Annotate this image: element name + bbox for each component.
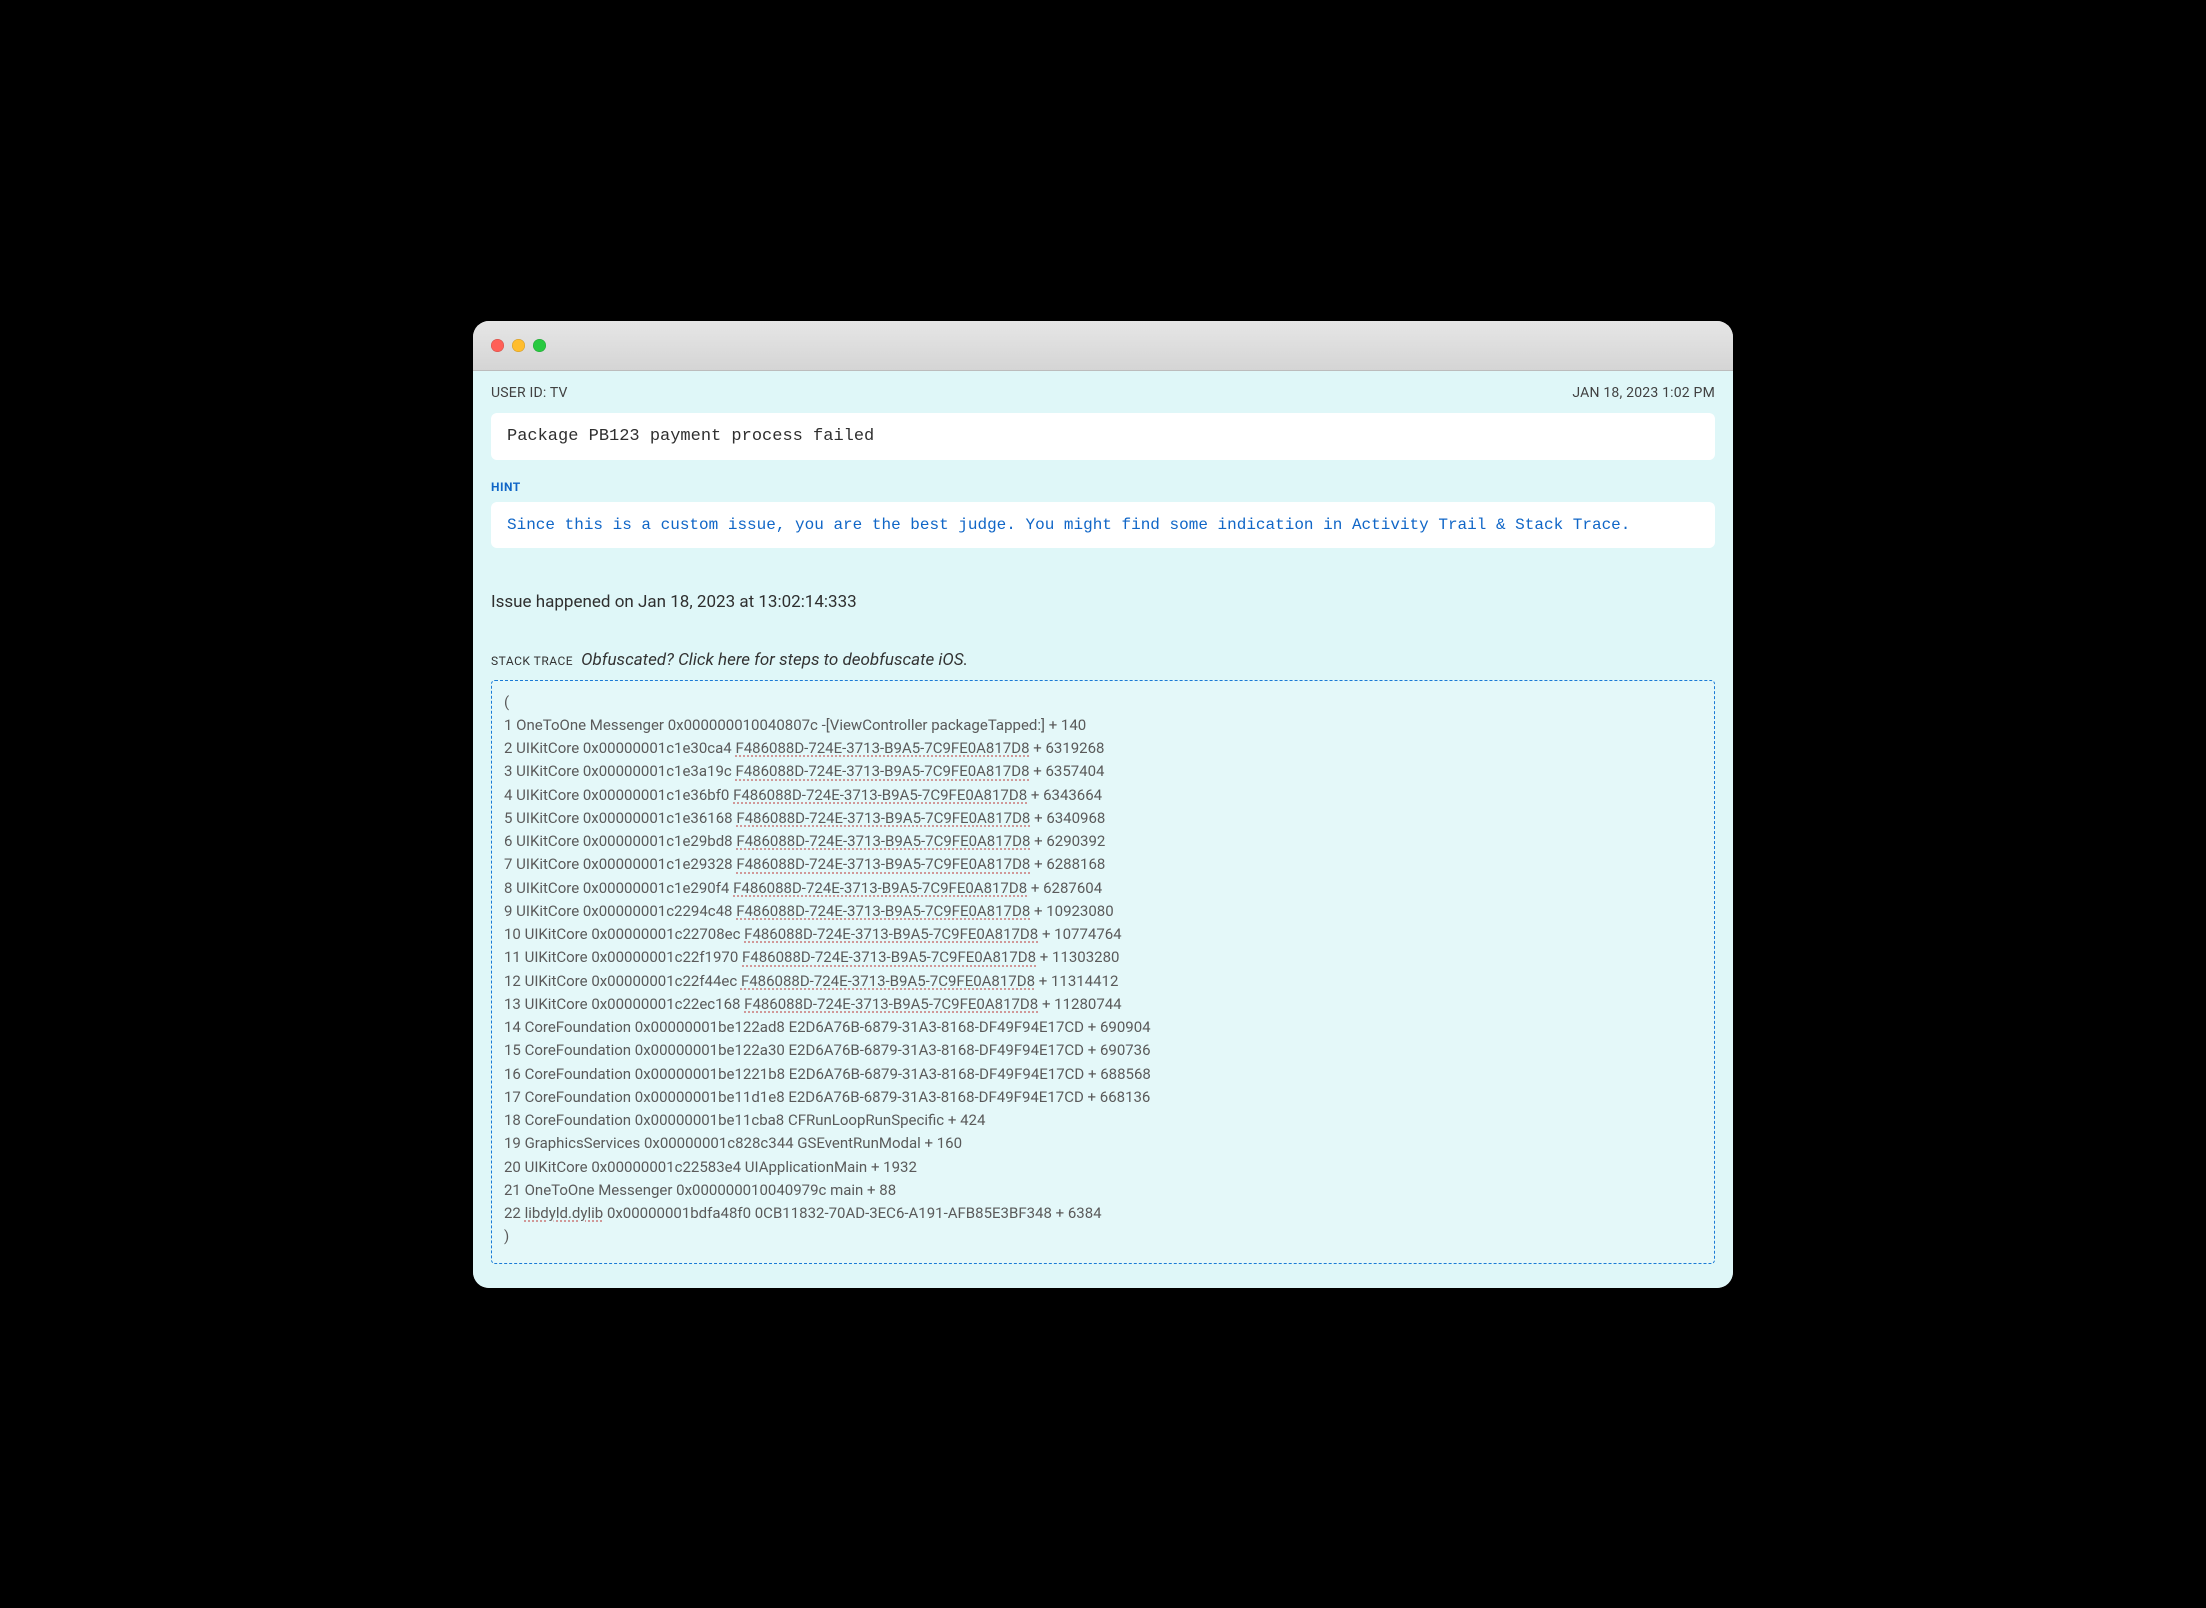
- stack-line: 17 CoreFoundation 0x00000001be11d1e8 E2D…: [504, 1086, 1702, 1109]
- hint-label: HINT: [491, 480, 1715, 494]
- minimize-icon[interactable]: [512, 339, 525, 352]
- stack-line: 10 UIKitCore 0x00000001c22708ec F486088D…: [504, 923, 1702, 946]
- stack-line: 20 UIKitCore 0x00000001c22583e4 UIApplic…: [504, 1156, 1702, 1179]
- stack-line: 4 UIKitCore 0x00000001c1e36bf0 F486088D-…: [504, 784, 1702, 807]
- titlebar: [473, 321, 1733, 371]
- stack-line: 14 CoreFoundation 0x00000001be122ad8 E2D…: [504, 1016, 1702, 1039]
- stack-line: 19 GraphicsServices 0x00000001c828c344 G…: [504, 1132, 1702, 1155]
- stack-line: 16 CoreFoundation 0x00000001be1221b8 E2D…: [504, 1063, 1702, 1086]
- meta-row: USER ID: TV JAN 18, 2023 1:02 PM: [491, 385, 1715, 401]
- hint-box: Since this is a custom issue, you are th…: [491, 502, 1715, 548]
- stack-line: 22 libdyld.dylib 0x00000001bdfa48f0 0CB1…: [504, 1202, 1702, 1225]
- maximize-icon[interactable]: [533, 339, 546, 352]
- app-window: USER ID: TV JAN 18, 2023 1:02 PM Package…: [473, 321, 1733, 1288]
- stack-line: 6 UIKitCore 0x00000001c1e29bd8 F486088D-…: [504, 830, 1702, 853]
- error-message-box: Package PB123 payment process failed: [491, 413, 1715, 460]
- timestamp-label: JAN 18, 2023 1:02 PM: [1572, 385, 1715, 401]
- deobfuscate-link[interactable]: Obfuscated? Click here for steps to deob…: [581, 650, 968, 670]
- stack-line: 9 UIKitCore 0x00000001c2294c48 F486088D-…: [504, 900, 1702, 923]
- stack-line: 18 CoreFoundation 0x00000001be11cba8 CFR…: [504, 1109, 1702, 1132]
- stack-header: STACK TRACE Obfuscated? Click here for s…: [491, 650, 1715, 670]
- stack-trace-box: ( 1 OneToOne Messenger 0x000000010040807…: [491, 680, 1715, 1264]
- stack-close-paren: ): [504, 1225, 1702, 1248]
- close-icon[interactable]: [491, 339, 504, 352]
- stack-line: 3 UIKitCore 0x00000001c1e3a19c F486088D-…: [504, 760, 1702, 783]
- stack-line: 11 UIKitCore 0x00000001c22f1970 F486088D…: [504, 946, 1702, 969]
- stack-line: 1 OneToOne Messenger 0x000000010040807c …: [504, 714, 1702, 737]
- issue-time-text: Issue happened on Jan 18, 2023 at 13:02:…: [491, 592, 1715, 612]
- stack-line: 8 UIKitCore 0x00000001c1e290f4 F486088D-…: [504, 877, 1702, 900]
- stack-line: 13 UIKitCore 0x00000001c22ec168 F486088D…: [504, 993, 1702, 1016]
- stack-open-paren: (: [504, 691, 1702, 714]
- stack-trace-label: STACK TRACE: [491, 654, 573, 668]
- hint-text: Since this is a custom issue, you are th…: [507, 516, 1630, 534]
- stack-line: 12 UIKitCore 0x00000001c22f44ec F486088D…: [504, 970, 1702, 993]
- stack-line: 7 UIKitCore 0x00000001c1e29328 F486088D-…: [504, 853, 1702, 876]
- error-message-text: Package PB123 payment process failed: [507, 427, 874, 446]
- stack-line: 5 UIKitCore 0x00000001c1e36168 F486088D-…: [504, 807, 1702, 830]
- stack-line: 2 UIKitCore 0x00000001c1e30ca4 F486088D-…: [504, 737, 1702, 760]
- stack-line: 21 OneToOne Messenger 0x000000010040979c…: [504, 1179, 1702, 1202]
- user-id-label: USER ID: TV: [491, 385, 568, 401]
- stack-line: 15 CoreFoundation 0x00000001be122a30 E2D…: [504, 1039, 1702, 1062]
- content-area: USER ID: TV JAN 18, 2023 1:02 PM Package…: [473, 371, 1733, 1288]
